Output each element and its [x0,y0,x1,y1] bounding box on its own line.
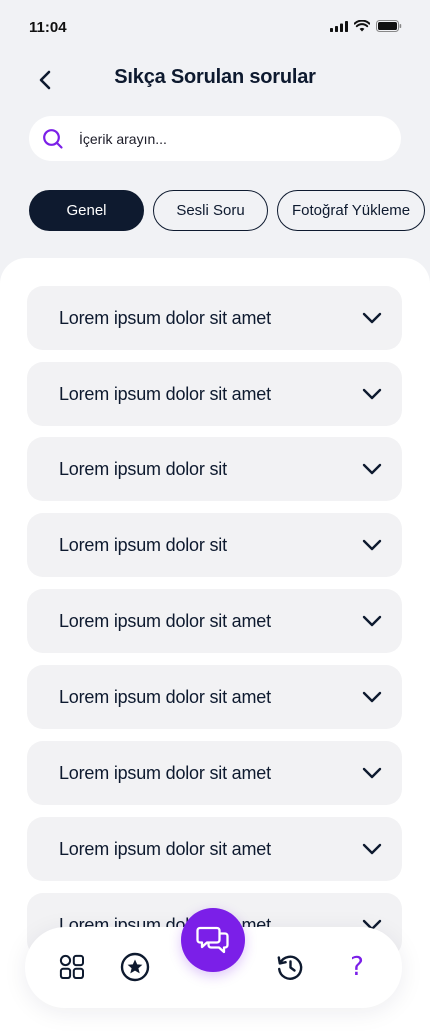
faq-question: Lorem ipsum dolor sit amet [59,610,271,631]
chip-label: Fotoğraf Yükleme [292,202,411,219]
wifi-icon [354,20,370,32]
chevron-down-icon [362,615,382,627]
status-bar: 11:04 [0,0,430,56]
chat-bubbles-icon [196,926,229,954]
nav-question-mark-icon[interactable]: ? [342,952,372,982]
status-time: 11:04 [29,19,67,36]
chip-genel[interactable]: Genel [29,190,144,231]
faq-question: Lorem ipsum dolor sit amet [59,307,271,328]
faq-question: Lorem ipsum dolor sit amet [59,383,271,404]
chevron-down-icon [362,388,382,400]
search-bar[interactable] [29,116,401,161]
faq-question: Lorem ipsum dolor sit [59,458,227,479]
faq-item[interactable]: Lorem ipsum dolor sit amet [27,665,402,729]
chevron-down-icon [362,539,382,551]
filter-chips: Genel Sesli Soru Fotoğraf Yükleme [29,190,430,232]
chip-label: Sesli Soru [176,202,245,219]
search-input[interactable] [79,130,359,147]
chip-label: Genel [66,202,107,219]
faq-question: Lorem ipsum dolor sit amet [59,686,271,707]
chip-sesli-soru[interactable]: Sesli Soru [153,190,268,231]
page-title: Sıkça Sorulan sorular [114,66,316,88]
faq-question: Lorem ipsum dolor sit [59,534,227,555]
chat-fab-button[interactable] [181,908,245,972]
header: Sıkça Sorulan sorular [0,56,430,104]
faq-item[interactable]: Lorem ipsum dolor sit amet [27,817,402,881]
chevron-down-icon [362,691,382,703]
nav-grid-icon[interactable] [57,952,87,982]
chevron-down-icon [362,312,382,324]
chevron-down-icon [362,843,382,855]
faq-item[interactable]: Lorem ipsum dolor sit amet [27,286,402,350]
nav-star-circle-icon[interactable] [120,952,150,982]
signal-icon [330,20,348,32]
faq-item[interactable]: Lorem ipsum dolor sit amet [27,741,402,805]
question-mark-label: ? [350,952,364,982]
faq-item[interactable]: Lorem ipsum dolor sit amet [27,589,402,653]
nav-history-icon[interactable] [275,952,305,982]
faq-item[interactable]: Lorem ipsum dolor sit amet [27,362,402,426]
chevron-down-icon [362,463,382,475]
chevron-down-icon [362,767,382,779]
faq-question: Lorem ipsum dolor sit amet [59,838,271,859]
faq-item[interactable]: Lorem ipsum dolor sit [27,437,402,501]
faq-question: Lorem ipsum dolor sit amet [59,762,271,783]
search-icon [42,128,64,150]
battery-icon [376,20,402,32]
status-icons [330,20,402,32]
chip-fotograf-yukleme[interactable]: Fotoğraf Yükleme [277,190,426,231]
faq-item[interactable]: Lorem ipsum dolor sit [27,513,402,577]
